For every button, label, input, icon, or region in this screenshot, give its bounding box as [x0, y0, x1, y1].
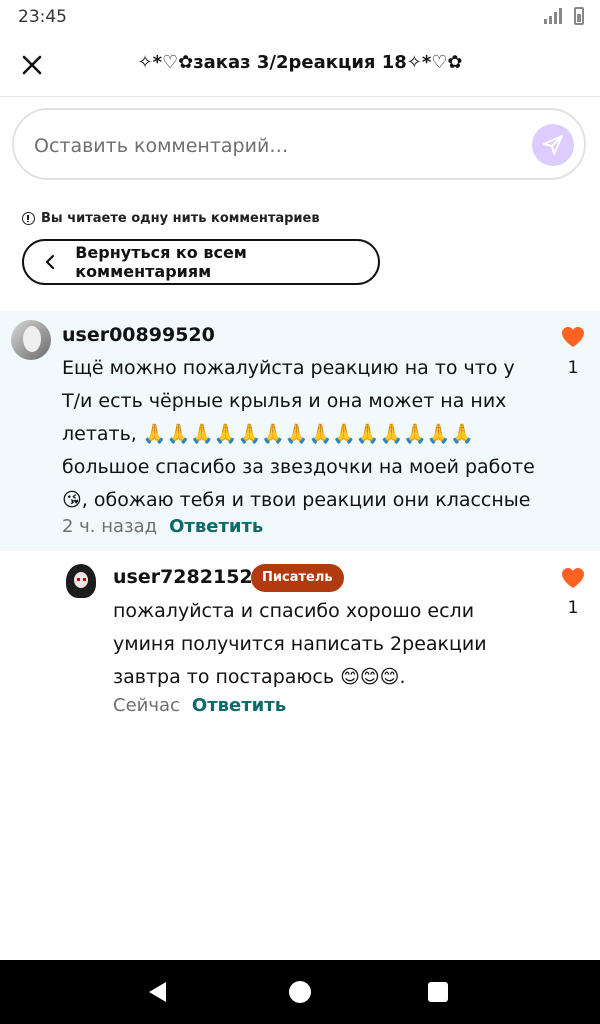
recents-square-icon[interactable] — [428, 982, 448, 1002]
comment-text: пожалуйста и спасибо хорошо если уминя п… — [113, 600, 487, 688]
home-circle-icon[interactable] — [289, 981, 311, 1003]
highlighted-comment: user00899520 Ещё можно пожалуйста реакци… — [0, 311, 600, 551]
avatar[interactable] — [11, 320, 51, 360]
thread-notice: Вы читаете одну нить комментариев — [22, 211, 320, 226]
comment-username[interactable]: user72821521 — [113, 566, 266, 588]
send-button[interactable] — [532, 124, 574, 166]
comment-input[interactable]: Оставить комментарий… — [12, 108, 586, 180]
send-icon — [543, 135, 563, 155]
back-triangle-icon[interactable] — [146, 980, 168, 1004]
chevron-left-icon — [44, 254, 67, 270]
thread-notice-text: Вы читаете одну нить комментариев — [41, 211, 320, 226]
comment-meta: Сейчас Ответить — [113, 695, 286, 716]
like-count: 1 — [567, 358, 579, 378]
heart-icon[interactable] — [560, 325, 586, 349]
writer-badge: Писатель — [251, 564, 344, 592]
back-button-label: Вернуться ко всем комментариям — [75, 243, 247, 281]
comment-input-placeholder: Оставить комментарий… — [34, 135, 289, 157]
status-icons — [544, 7, 584, 25]
like-count: 1 — [567, 598, 579, 618]
page-title: ✧*♡✿заказ 3/2реакция 18✧*♡✿ — [137, 52, 463, 73]
battery-icon — [574, 7, 584, 25]
comment-timestamp: Сейчас — [113, 695, 180, 716]
header: ✧*♡✿заказ 3/2реакция 18✧*♡✿ — [0, 34, 600, 97]
close-icon — [22, 55, 42, 75]
comment-text: Ещё можно пожалуйста реакцию на то что у… — [62, 357, 535, 511]
comment-meta: 2 ч. назад Ответить — [62, 516, 263, 537]
comment-username[interactable]: user00899520 — [62, 324, 215, 346]
reply-button[interactable]: Ответить — [192, 695, 286, 716]
status-time: 23:45 — [18, 7, 67, 27]
back-to-all-comments-button[interactable]: Вернуться ко всем комментариям — [22, 239, 380, 285]
avatar[interactable] — [63, 563, 99, 599]
reply-button[interactable]: Ответить — [169, 516, 263, 537]
system-navigation-bar — [0, 960, 600, 1024]
close-button[interactable] — [14, 47, 50, 83]
info-icon — [22, 212, 35, 225]
status-bar: 23:45 — [0, 0, 600, 34]
heart-icon[interactable] — [560, 566, 586, 590]
comment-timestamp: 2 ч. назад — [62, 516, 158, 537]
signal-icon — [544, 8, 566, 24]
